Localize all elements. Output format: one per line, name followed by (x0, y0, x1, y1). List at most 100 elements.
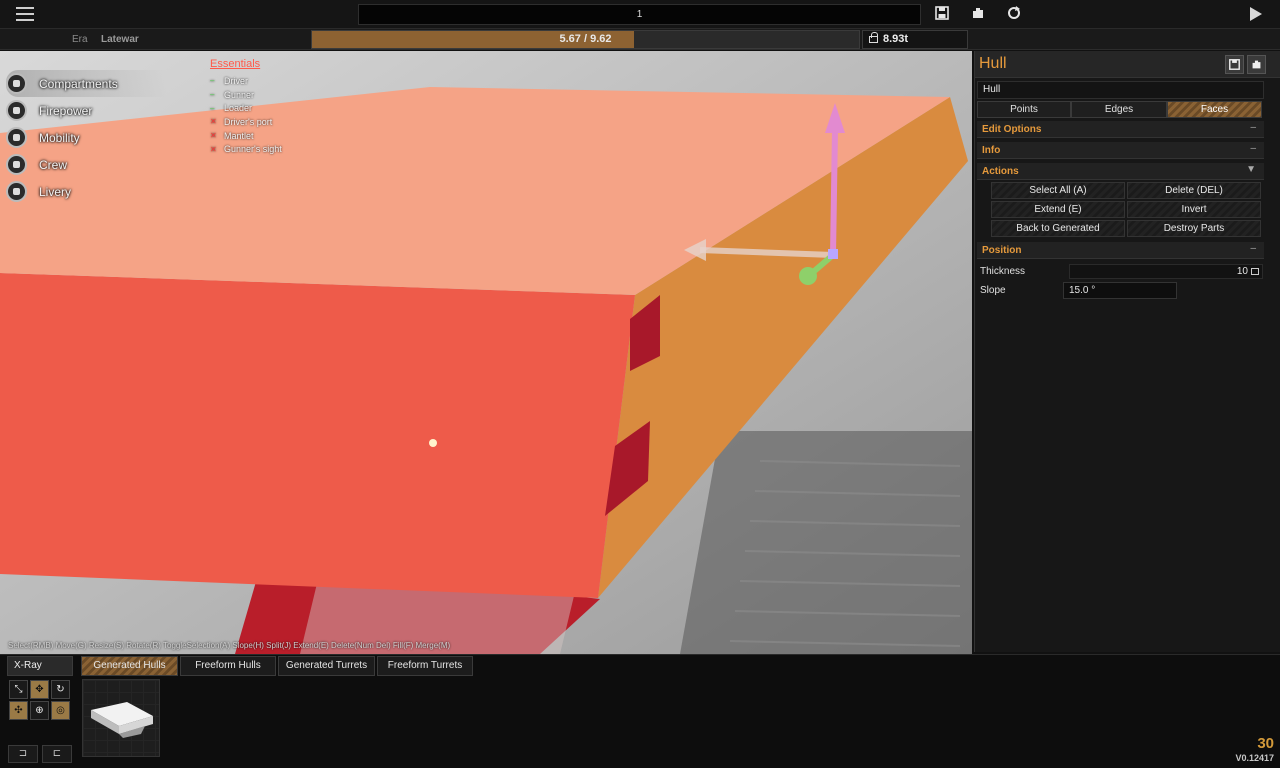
gizmo-center (828, 249, 838, 259)
essential-item: – Driver (210, 74, 282, 88)
essential-item: ✕ Gunner's sight (210, 142, 282, 156)
rotate-tool-icon[interactable]: ↻ (51, 680, 70, 699)
version-label: V0.12417 (1235, 753, 1274, 763)
unit-box-icon (1251, 268, 1259, 275)
pivot-point (429, 439, 437, 447)
snap-rotate-icon[interactable]: ◎ (51, 701, 70, 720)
menu-item-livery[interactable]: Livery (6, 178, 166, 205)
brush-icon (6, 181, 27, 202)
redo-icon[interactable]: ⊏ (42, 745, 72, 763)
mode-points-button[interactable]: Points (977, 101, 1071, 118)
tab-generated-hulls[interactable]: Generated Hulls (81, 656, 178, 676)
mode-edges-button[interactable]: Edges (1071, 101, 1167, 118)
panel-load-icon[interactable] (1247, 55, 1266, 74)
category-menu: Compartments Firepower Mobility Crew Livery (6, 70, 166, 205)
save-icon[interactable] (934, 6, 950, 22)
essential-item: – Gunner (210, 88, 282, 102)
section-edit-options[interactable]: Edit Options – (977, 121, 1264, 138)
section-label: Actions (982, 166, 1019, 177)
hull-front-face (0, 273, 635, 598)
section-label: Position (982, 245, 1022, 256)
panel-save-icon[interactable] (1225, 55, 1244, 74)
top-bar: 1 (0, 0, 1280, 29)
essential-label: Driver (224, 75, 248, 86)
bottom-bar: X-Ray Generated Hulls Freeform Hulls Gen… (0, 654, 1280, 768)
back-to-generated-button[interactable]: Back to Generated (991, 220, 1125, 237)
essentials-title[interactable]: Essentials (210, 58, 282, 70)
fps-counter: 30 (1257, 735, 1274, 752)
panel-header: Hull (975, 51, 1280, 78)
tab-generated-turrets[interactable]: Generated Turrets (278, 656, 375, 676)
thickness-slider[interactable]: 10 (1069, 264, 1263, 279)
section-info[interactable]: Info – (977, 142, 1264, 159)
expand-icon: ▼ (1246, 164, 1256, 175)
menu-item-label: Mobility (39, 130, 80, 145)
part-name-field[interactable]: Hull (977, 81, 1264, 99)
hull-panel: Hull Hull Points Edges Faces Edit Option… (974, 51, 1280, 652)
select-all-button[interactable]: Select All (A) (991, 182, 1125, 199)
era-label: Era (72, 34, 88, 45)
essential-label: Driver's port (224, 116, 273, 127)
hull-thumbnail-icon (91, 702, 153, 738)
delete-button[interactable]: Delete (DEL) (1127, 182, 1261, 199)
tab-freeform-hulls[interactable]: Freeform Hulls (180, 656, 276, 676)
tonnage-readout: 8.93t (862, 30, 968, 49)
slope-label: Slope (980, 285, 1006, 296)
section-position[interactable]: Position – (977, 242, 1264, 259)
check-icon: – (210, 90, 215, 100)
section-label: Info (982, 145, 1001, 156)
menu-item-label: Crew (39, 157, 68, 172)
person-icon (6, 154, 27, 175)
move-tool-icon[interactable]: ✥ (30, 680, 49, 699)
menu-item-label: Livery (39, 184, 72, 199)
essential-item: – Loader (210, 101, 282, 115)
check-icon: – (210, 76, 215, 86)
menu-item-label: Firepower (39, 103, 93, 118)
essential-label: Gunner's sight (224, 144, 282, 155)
slope-input[interactable]: 15.0 ° (1063, 282, 1177, 299)
cross-icon: ✕ (210, 144, 217, 154)
undo-icon[interactable]: ⊐ (8, 745, 38, 763)
load-icon[interactable] (970, 6, 986, 22)
menu-item-compartments[interactable]: Compartments (6, 70, 166, 97)
collapse-icon: – (1250, 122, 1256, 133)
essential-label: Gunner (224, 89, 255, 100)
cube-icon (6, 73, 27, 94)
grid-snap-icon[interactable]: ⊕ (30, 701, 49, 720)
3d-viewport[interactable]: Compartments Firepower Mobility Crew Livery … (0, 51, 972, 654)
check-icon: – (210, 103, 215, 113)
collapse-icon: – (1250, 143, 1256, 154)
menu-item-crew[interactable]: Crew (6, 151, 166, 178)
invert-button[interactable]: Invert (1127, 201, 1261, 218)
menu-icon[interactable] (16, 7, 34, 21)
section-actions[interactable]: Actions ▼ (977, 163, 1264, 180)
destroy-parts-button[interactable]: Destroy Parts (1127, 220, 1261, 237)
thickness-value: 10 (1236, 266, 1248, 277)
gizmo-z-handle (799, 267, 817, 285)
menu-item-mobility[interactable]: Mobility (6, 124, 166, 151)
tonnage-value: 8.93t (883, 33, 909, 45)
vehicle-name-field[interactable]: 1 (358, 4, 921, 25)
essential-item: ✕ Mantlet (210, 129, 282, 143)
mode-faces-button[interactable]: Faces (1167, 101, 1262, 118)
thickness-label: Thickness (980, 266, 1026, 277)
section-label: Edit Options (982, 124, 1042, 135)
refresh-icon[interactable] (1006, 6, 1022, 22)
weight-bar: 5.67 / 9.62 (311, 30, 860, 49)
play-icon[interactable] (1250, 7, 1262, 21)
resize-tool-icon[interactable]: ⤡ (9, 680, 28, 699)
xray-button[interactable]: X-Ray (7, 656, 73, 676)
extend-button[interactable]: Extend (E) (991, 201, 1125, 218)
era-value[interactable]: Latewar (101, 34, 139, 45)
hull-preset-thumbnail[interactable] (82, 679, 160, 757)
snap-move-icon[interactable]: ✣ (9, 701, 28, 720)
menu-item-firepower[interactable]: Firepower (6, 97, 166, 124)
lock-icon (869, 32, 878, 43)
panel-title: Hull (979, 55, 1007, 72)
cross-icon: ✕ (210, 117, 217, 127)
essential-label: Mantlet (224, 130, 254, 141)
collapse-icon: – (1250, 243, 1256, 254)
cannon-icon (6, 100, 27, 121)
tab-freeform-turrets[interactable]: Freeform Turrets (377, 656, 473, 676)
gizmo-y-axis (830, 128, 838, 256)
